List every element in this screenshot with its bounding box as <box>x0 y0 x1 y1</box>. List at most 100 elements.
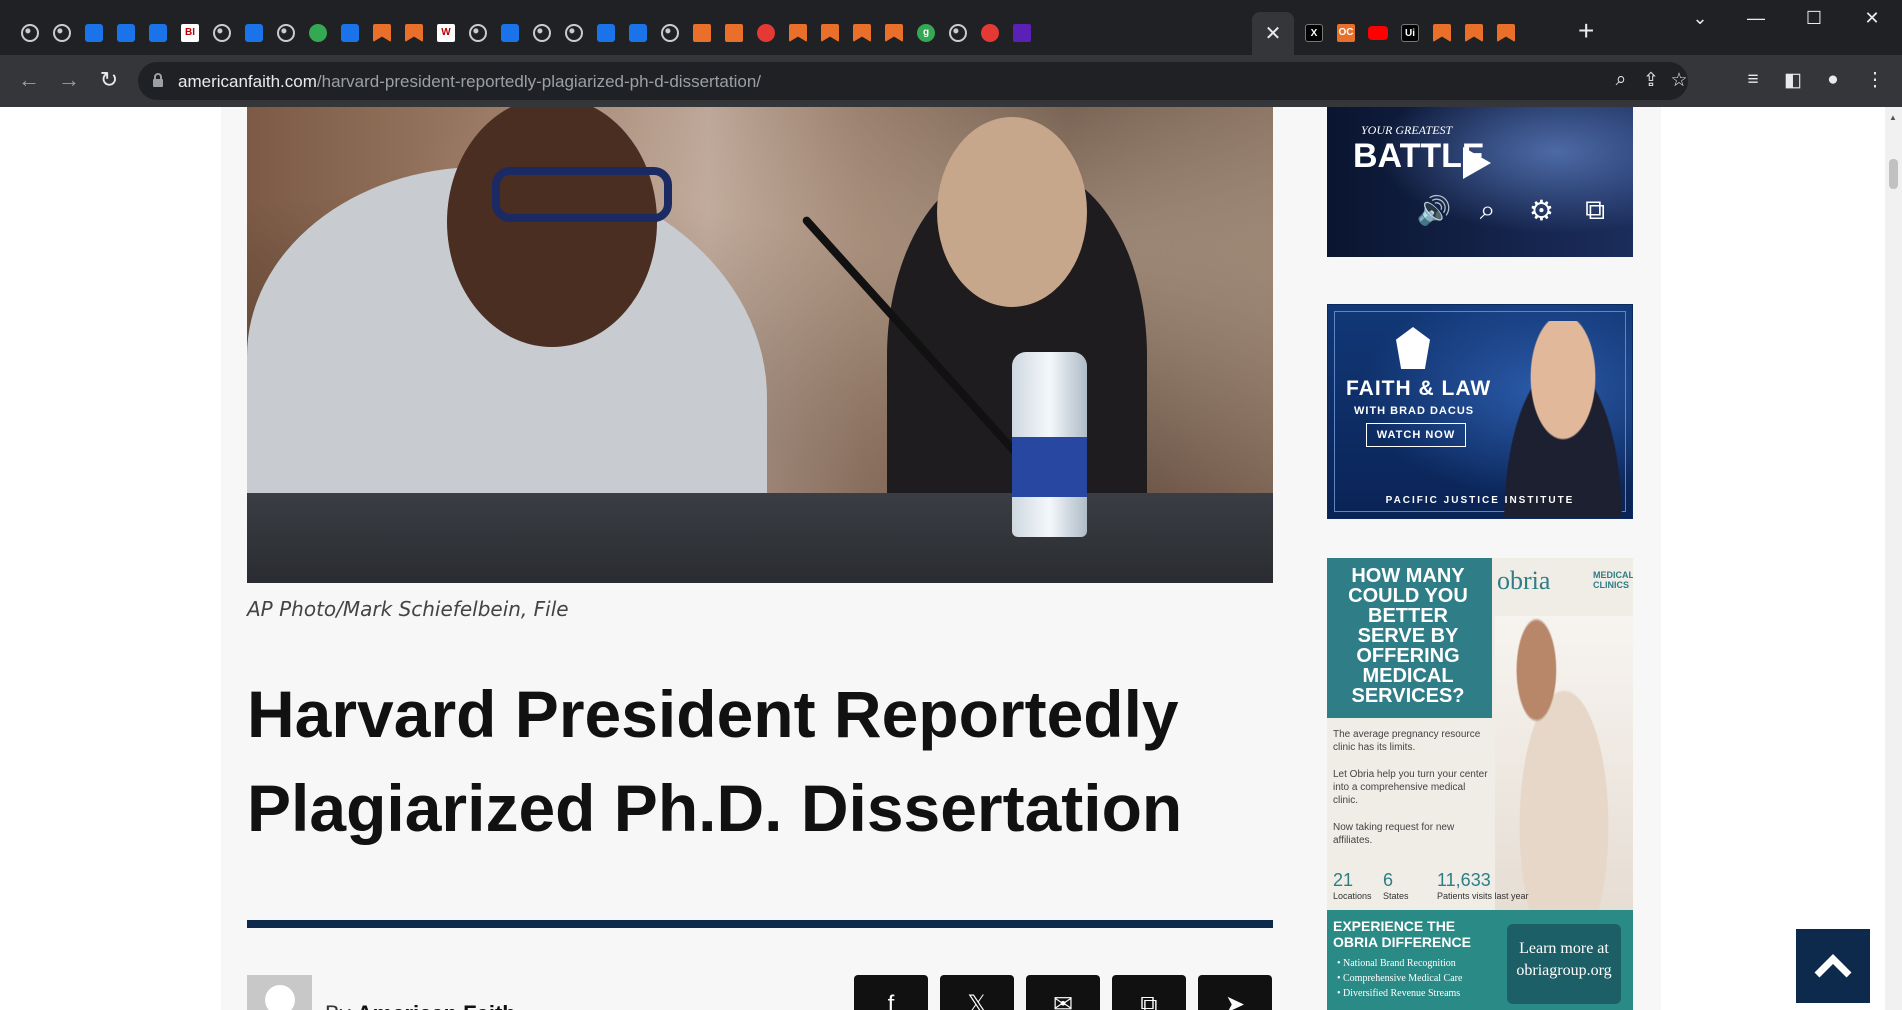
share-facebook-button[interactable]: f <box>854 975 928 1010</box>
settings-gear-icon[interactable]: ⚙ <box>1521 194 1561 227</box>
article-headline: Harvard President Reportedly Plagiarized… <box>247 677 1183 845</box>
bookmark-orange-icon <box>1497 24 1515 42</box>
browser-tab[interactable]: g <box>912 18 940 48</box>
stat-value: 6 <box>1383 870 1394 890</box>
back-to-top-button[interactable] <box>1796 929 1870 1003</box>
browser-tab[interactable] <box>304 18 332 48</box>
obria-stats: 21 Locations 6 States 11,633 Patients visit… <box>1333 870 1533 910</box>
browser-tab[interactable] <box>16 18 44 48</box>
arrow-blue-icon <box>149 24 167 42</box>
author-link[interactable]: American Faith <box>357 1001 516 1010</box>
bookmark-star-icon[interactable]: ☆ <box>1666 69 1692 92</box>
faith-ad-subtitle: WITH BRAD DACUS <box>1354 405 1475 417</box>
minimize-button[interactable]: — <box>1736 8 1776 29</box>
browser-tab[interactable] <box>944 18 972 48</box>
side-panel-icon[interactable]: ◧ <box>1780 69 1806 92</box>
browser-tab[interactable] <box>400 18 428 48</box>
browser-tab[interactable] <box>208 18 236 48</box>
watch-now-button[interactable]: WATCH NOW <box>1366 423 1466 447</box>
browser-tab[interactable] <box>1460 18 1488 48</box>
cube-blue-icon <box>629 24 647 42</box>
browser-tab[interactable] <box>752 18 780 48</box>
heart-blue-icon <box>501 24 519 42</box>
browser-tab[interactable] <box>240 18 268 48</box>
url-text[interactable]: americanfaith.com/harvard-president-repo… <box>178 72 761 92</box>
browser-tab[interactable] <box>784 18 812 48</box>
browser-tab[interactable]: X <box>1300 18 1328 48</box>
globe-icon <box>949 24 967 42</box>
picture-in-picture-icon[interactable]: ⧉ <box>1575 194 1615 227</box>
browser-tab[interactable] <box>144 18 172 48</box>
forward-button[interactable]: → <box>54 67 84 93</box>
volume-icon[interactable]: 🔊 <box>1414 194 1454 227</box>
browser-tab[interactable] <box>1364 18 1392 48</box>
heart-blue-icon <box>117 24 135 42</box>
browser-tab[interactable] <box>80 18 108 48</box>
tab-search-button[interactable]: ⌄ <box>1680 8 1720 29</box>
close-window-button[interactable]: ✕ <box>1852 8 1892 29</box>
video-ad[interactable]: YOUR GREATEST BATTLE 🔊 ⌕ ⚙ ⧉ <box>1327 107 1633 257</box>
reload-button[interactable]: ↻ <box>94 67 124 93</box>
browser-tab[interactable] <box>496 18 524 48</box>
browser-tab[interactable] <box>272 18 300 48</box>
browser-tab[interactable] <box>592 18 620 48</box>
list-item: National Brand Recognition <box>1337 956 1462 971</box>
scroll-up-arrow-icon[interactable]: ▲ <box>1889 113 1897 122</box>
obria-ad[interactable]: HOW MANY COULD YOU BETTER SERVE BY OFFER… <box>1327 558 1633 1010</box>
share-copy-button[interactable]: ⧉ <box>1112 975 1186 1010</box>
back-button[interactable]: ← <box>14 67 44 93</box>
browser-tab[interactable] <box>848 18 876 48</box>
search-icon <box>245 24 263 42</box>
share-icon[interactable]: ⇪ <box>1638 69 1664 92</box>
browser-tab[interactable] <box>112 18 140 48</box>
browser-tab[interactable] <box>1008 18 1036 48</box>
browser-tab[interactable]: Ui <box>1396 18 1424 48</box>
tab-strip: BI Wg ✕ X OC Ui + ⌄ — ☐ ✕ <box>0 0 1902 55</box>
stat-item: 21 Locations <box>1333 870 1372 901</box>
close-tab-icon[interactable]: ✕ <box>1265 21 1282 46</box>
browser-tab[interactable] <box>336 18 364 48</box>
browser-tab[interactable] <box>624 18 652 48</box>
browser-tab[interactable]: W <box>432 18 460 48</box>
bookmark-orange-icon <box>821 24 839 42</box>
browser-tab[interactable]: BI <box>176 18 204 48</box>
share-email-button[interactable]: ✉ <box>1026 975 1100 1010</box>
browser-tab[interactable] <box>656 18 684 48</box>
obria-headline-box: HOW MANY COULD YOU BETTER SERVE BY OFFER… <box>1327 558 1492 718</box>
browser-tab[interactable] <box>464 18 492 48</box>
browser-tab[interactable] <box>368 18 396 48</box>
play-icon[interactable] <box>1463 147 1491 179</box>
obria-body: The average pregnancy resource clinic ha… <box>1333 728 1493 861</box>
browser-tab[interactable] <box>1492 18 1520 48</box>
active-tab[interactable]: ✕ <box>1252 12 1294 55</box>
faith-ad-org: PACIFIC JUSTICE INSTITUTE <box>1385 495 1575 506</box>
media-control-icon[interactable]: ≡ <box>1740 69 1766 91</box>
new-tab-button[interactable]: + <box>1578 16 1594 46</box>
browser-tab[interactable]: OC <box>1332 18 1360 48</box>
obria-logo: obria <box>1497 566 1551 595</box>
browser-tab[interactable] <box>880 18 908 48</box>
browser-tab[interactable] <box>688 18 716 48</box>
browser-tab[interactable] <box>560 18 588 48</box>
profile-icon[interactable]: ● <box>1820 69 1846 91</box>
stat-item: 6 States <box>1383 870 1409 901</box>
faith-law-ad[interactable]: FAITH & LAW WITH BRAD DACUS WATCH NOW PA… <box>1327 304 1633 519</box>
ui-dark-icon: Ui <box>1401 24 1419 42</box>
browser-tab[interactable] <box>720 18 748 48</box>
share-telegram-button[interactable]: ➤ <box>1198 975 1272 1010</box>
browser-tab[interactable] <box>48 18 76 48</box>
zoom-icon[interactable]: ⌕ <box>1608 69 1634 91</box>
browser-tab[interactable] <box>528 18 556 48</box>
maximize-button[interactable]: ☐ <box>1794 8 1834 29</box>
browser-tab[interactable] <box>816 18 844 48</box>
page-scrollbar[interactable]: ▲ <box>1885 107 1902 1010</box>
lock-icon[interactable] <box>152 73 164 87</box>
address-bar[interactable]: americanfaith.com/harvard-president-repo… <box>138 62 1688 100</box>
obria-cta-button[interactable]: Learn more at obriagroup.org <box>1507 924 1621 1004</box>
browser-tab[interactable] <box>976 18 1004 48</box>
browser-tab[interactable] <box>1428 18 1456 48</box>
menu-icon[interactable]: ⋮ <box>1862 69 1888 92</box>
transcript-icon[interactable]: ⌕ <box>1468 194 1508 227</box>
share-x-button[interactable]: 𝕏 <box>940 975 1014 1010</box>
scrollbar-thumb[interactable] <box>1889 159 1898 189</box>
